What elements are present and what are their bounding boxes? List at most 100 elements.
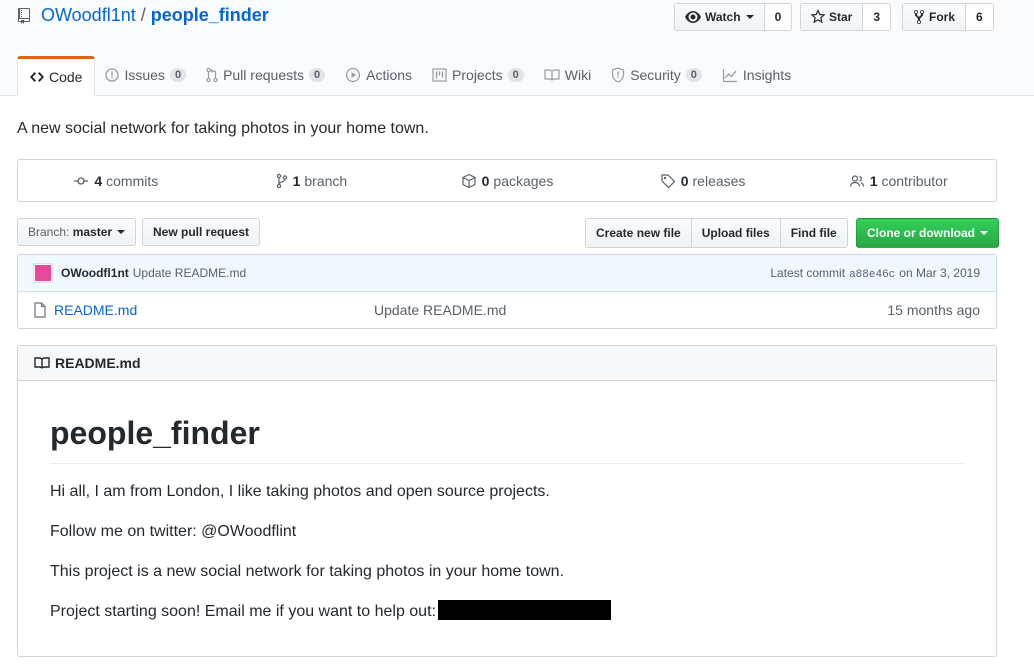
tab-label: Issues: [124, 67, 165, 83]
branches-link[interactable]: 1 branch: [214, 173, 410, 189]
commit-author[interactable]: OWoodfl1nt: [61, 266, 129, 280]
readme-title: people_finder: [50, 413, 964, 464]
repo-title: OWoodfl1nt / people_finder: [17, 5, 269, 26]
repo-nav-tabs: Code Issues 0 Pull requests 0 Actions Pr…: [17, 55, 801, 96]
tab-counter: 0: [507, 68, 524, 82]
releases-count: 0: [680, 172, 689, 189]
commits-link[interactable]: 4 commits: [18, 173, 214, 189]
star-icon: [811, 9, 825, 24]
tab-pull-requests[interactable]: Pull requests 0: [196, 56, 335, 94]
branches-count: 1: [292, 172, 301, 189]
packages-count: 0: [481, 172, 490, 189]
tab-issues[interactable]: Issues 0: [95, 56, 196, 94]
latest-commit-prefix: Latest commit: [770, 265, 846, 280]
watch-label: Watch: [705, 10, 741, 24]
file-age: 15 months ago: [887, 302, 980, 318]
fork-group: Fork 6: [902, 3, 994, 31]
tab-label: Security: [630, 67, 681, 83]
readme-paragraph-email: Project starting soon! Email me if you w…: [50, 599, 964, 624]
tab-projects[interactable]: Projects 0: [422, 56, 534, 94]
tab-label: Projects: [452, 67, 503, 83]
repo-name-link[interactable]: people_finder: [151, 5, 269, 26]
table-row: README.md Update README.md 15 months ago: [18, 292, 996, 328]
file-icon: [34, 302, 46, 318]
book-icon: [34, 357, 50, 369]
readme-header: README.md: [18, 346, 996, 381]
tab-counter: 0: [309, 68, 326, 82]
issue-icon: [105, 68, 120, 82]
commit-message[interactable]: Update README.md: [133, 266, 246, 280]
tab-label: Insights: [742, 67, 792, 83]
clone-or-download-button[interactable]: Clone or download: [856, 218, 999, 248]
create-new-file-button[interactable]: Create new file: [586, 219, 692, 247]
readme-panel: README.md people_finder Hi all, I am fro…: [17, 345, 997, 657]
file-commit-message[interactable]: Update README.md: [374, 302, 506, 318]
people-icon: [849, 174, 864, 187]
branch-name: master: [72, 225, 113, 239]
tab-label: Pull requests: [223, 67, 304, 83]
readme-paragraph: Project starting soon! Email me if you w…: [50, 603, 436, 620]
chevron-down-icon: [745, 15, 754, 19]
find-file-button[interactable]: Find file: [780, 219, 847, 247]
tab-code[interactable]: Code: [17, 56, 96, 96]
readme-paragraph: This project is a new social network for…: [50, 563, 565, 580]
clone-label: Clone or download: [867, 226, 975, 240]
tab-insights[interactable]: Insights: [712, 56, 801, 94]
tab-counter: 0: [169, 68, 187, 82]
avatar[interactable]: [34, 264, 52, 282]
readme-filename: README.md: [55, 355, 141, 371]
tab-counter: 0: [685, 68, 702, 82]
shield-icon: [612, 67, 625, 83]
file-name-link[interactable]: README.md: [54, 302, 374, 318]
fork-label: Fork: [929, 10, 956, 24]
redacted-email: [437, 599, 611, 620]
branch-select-button[interactable]: Branch: master: [17, 218, 137, 246]
packages-link[interactable]: 0 packages: [409, 173, 605, 189]
branch-icon: [276, 173, 287, 188]
tab-label: Wiki: [564, 67, 592, 83]
tab-security[interactable]: Security 0: [601, 56, 712, 94]
repo-separator: /: [140, 5, 146, 25]
eye-icon: [685, 11, 701, 23]
readme-paragraph: Follow me on twitter: @OWoodflint: [50, 523, 297, 540]
book-icon: [544, 69, 560, 81]
branches-label: branch: [304, 172, 348, 189]
fork-count[interactable]: 6: [966, 4, 993, 30]
new-pull-request-button[interactable]: New pull request: [142, 218, 261, 246]
repo-description: A new social network for taking photos i…: [17, 120, 429, 137]
commit-sha[interactable]: a88e46c: [849, 269, 895, 281]
repo-summary-bar: 4 commits 1 branch 0 packages 0 releases 1 co…: [17, 159, 997, 202]
code-icon: [30, 72, 44, 82]
fork-icon: [914, 9, 924, 25]
commit-icon: [74, 176, 89, 185]
package-icon: [462, 173, 476, 188]
readme-body: people_finder Hi all, I am from London, …: [18, 413, 996, 624]
readme-paragraph: Hi all, I am from London, I like taking …: [50, 483, 550, 500]
chevron-down-icon: [980, 231, 988, 235]
star-group: Star 3: [800, 3, 892, 31]
upload-files-button[interactable]: Upload files: [691, 219, 781, 247]
watch-count[interactable]: 0: [764, 4, 792, 30]
tab-label: Code: [49, 69, 83, 85]
star-count[interactable]: 3: [863, 4, 891, 30]
chevron-down-icon: [117, 230, 126, 234]
contributors-label: contributor: [881, 172, 948, 189]
contributors-count: 1: [869, 172, 878, 189]
contributors-link[interactable]: 1 contributor: [800, 173, 996, 189]
tag-icon: [661, 173, 676, 188]
tab-actions[interactable]: Actions: [335, 56, 422, 94]
graph-icon: [722, 69, 737, 83]
fork-button[interactable]: Fork: [903, 4, 967, 30]
watch-button[interactable]: Watch: [675, 4, 765, 30]
latest-commit-bar: OWoodfl1nt Update README.md Latest commi…: [18, 255, 996, 292]
releases-link[interactable]: 0 releases: [605, 173, 801, 189]
commits-count: 4: [94, 172, 103, 189]
watch-group: Watch 0: [674, 3, 793, 31]
play-icon: [346, 67, 361, 83]
releases-label: releases: [692, 172, 746, 189]
latest-commit-info: Latest commit a88e46c on Mar 3, 2019: [770, 266, 980, 281]
repo-owner-link[interactable]: OWoodfl1nt: [41, 5, 136, 26]
star-button[interactable]: Star: [801, 4, 864, 30]
tab-wiki[interactable]: Wiki: [534, 56, 601, 94]
branch-prefix: Branch:: [28, 225, 70, 239]
